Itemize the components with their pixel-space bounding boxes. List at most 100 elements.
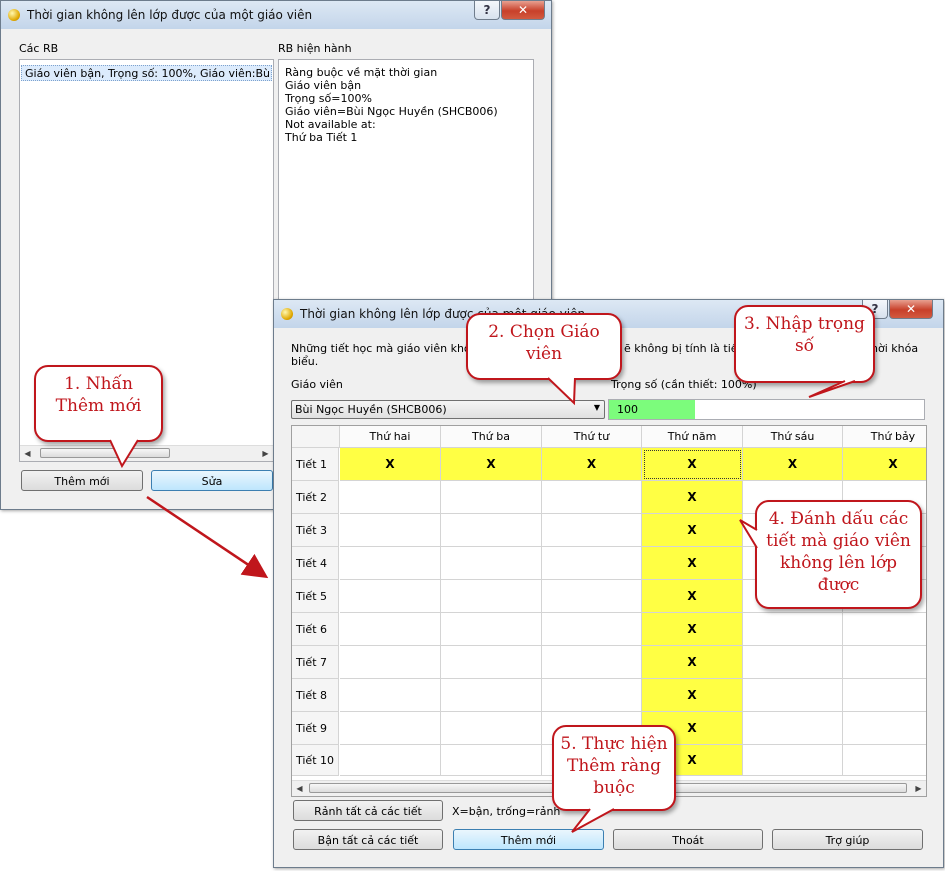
day-header[interactable]: Thứ năm — [642, 426, 743, 448]
schedule-cell[interactable]: X — [642, 481, 743, 514]
schedule-cell[interactable]: X — [642, 547, 743, 580]
schedule-cell[interactable] — [441, 514, 542, 547]
teacher-select[interactable]: Bùi Ngọc Huyền (SHCB006) ▼ — [291, 400, 605, 419]
schedule-cell[interactable] — [843, 745, 926, 776]
schedule-cell[interactable] — [743, 679, 843, 712]
schedule-cell[interactable] — [542, 514, 642, 547]
grid-corner-header — [292, 426, 340, 448]
schedule-cell[interactable] — [340, 712, 441, 745]
schedule-cell[interactable] — [843, 712, 926, 745]
schedule-cell[interactable] — [743, 613, 843, 646]
schedule-cell[interactable]: X — [642, 580, 743, 613]
list-item[interactable]: Giáo viên bận, Trọng số: 100%, Giáo viên… — [21, 65, 272, 81]
close-icon[interactable]: ✕ — [889, 300, 933, 319]
callout-line: Thêm ràng — [567, 756, 661, 776]
schedule-cell[interactable] — [340, 547, 441, 580]
callout-line: tiết mà giáo viên — [766, 531, 911, 551]
teacher-select-value: Bùi Ngọc Huyền (SHCB006) — [295, 403, 447, 416]
schedule-cell[interactable] — [743, 745, 843, 776]
weight-input[interactable]: 100 — [608, 399, 925, 420]
period-row-header[interactable]: Tiết 4 — [292, 547, 339, 580]
callout-step-1: 1. Nhấn Thêm mới — [34, 365, 163, 442]
schedule-cell[interactable] — [542, 481, 642, 514]
schedule-cell[interactable] — [441, 646, 542, 679]
back-title: Thời gian không lên lớp được của một giá… — [27, 8, 313, 22]
period-row-header[interactable]: Tiết 3 — [292, 514, 339, 547]
day-header[interactable]: Thứ bảy — [843, 426, 926, 448]
add-rb-button[interactable]: Thêm mới — [21, 470, 143, 491]
schedule-cell[interactable]: X — [642, 514, 743, 547]
schedule-cell[interactable]: X — [642, 448, 743, 481]
schedule-cell[interactable] — [340, 481, 441, 514]
schedule-cell[interactable] — [441, 547, 542, 580]
schedule-cell[interactable]: X — [441, 448, 542, 481]
schedule-cell[interactable] — [843, 646, 926, 679]
scroll-left-icon[interactable]: ◀ — [292, 781, 307, 796]
help-button[interactable]: Trợ giúp — [772, 829, 923, 850]
detail-line: Ràng buộc về mặt thời gian — [285, 66, 438, 79]
schedule-cell[interactable] — [542, 679, 642, 712]
schedule-cell[interactable] — [340, 514, 441, 547]
period-row-header[interactable]: Tiết 7 — [292, 646, 339, 679]
day-header[interactable]: Thứ hai — [340, 426, 441, 448]
schedule-cell[interactable] — [441, 745, 542, 776]
schedule-cell[interactable]: X — [642, 646, 743, 679]
schedule-cell[interactable] — [340, 613, 441, 646]
period-row-header[interactable]: Tiết 2 — [292, 481, 339, 514]
schedule-cell[interactable] — [441, 580, 542, 613]
period-row-header[interactable]: Tiết 5 — [292, 580, 339, 613]
schedule-cell[interactable] — [340, 679, 441, 712]
detail-line: Trọng số=100% — [285, 92, 372, 105]
day-header[interactable]: Thứ sáu — [743, 426, 843, 448]
schedule-cell[interactable] — [340, 646, 441, 679]
schedule-cell[interactable] — [441, 712, 542, 745]
schedule-cell[interactable] — [843, 679, 926, 712]
schedule-cell[interactable]: X — [340, 448, 441, 481]
clear-all-button[interactable]: Rảnh tất cả các tiết — [293, 800, 443, 821]
schedule-cell[interactable] — [542, 613, 642, 646]
set-all-button[interactable]: Bận tất cả các tiết — [293, 829, 443, 850]
description-text: hời khóa — [871, 342, 919, 355]
schedule-cell[interactable]: X — [743, 448, 843, 481]
schedule-cell[interactable] — [441, 679, 542, 712]
callout-step-5: 5. Thực hiện Thêm ràng buộc — [552, 725, 676, 811]
schedule-cell[interactable] — [542, 646, 642, 679]
app-icon — [8, 9, 20, 21]
add-constraint-button[interactable]: Thêm mới — [453, 829, 604, 850]
scroll-left-icon[interactable]: ◀ — [20, 446, 35, 461]
callout-line: 4. Đánh dấu các — [768, 509, 909, 529]
schedule-cell[interactable] — [843, 613, 926, 646]
period-row-header[interactable]: Tiết 10 — [292, 745, 339, 776]
schedule-cell[interactable] — [542, 580, 642, 613]
rb-detail: Ràng buộc về mặt thời gian Giáo viên bận… — [278, 59, 534, 309]
schedule-cell[interactable] — [441, 613, 542, 646]
period-row-header[interactable]: Tiết 6 — [292, 613, 339, 646]
scroll-right-icon[interactable]: ▶ — [911, 781, 926, 796]
schedule-cell[interactable]: X — [642, 613, 743, 646]
scroll-thumb[interactable] — [40, 448, 170, 458]
schedule-cell[interactable] — [743, 712, 843, 745]
schedule-cell[interactable] — [340, 580, 441, 613]
detail-line: Thứ ba Tiết 1 — [285, 131, 358, 144]
schedule-cell[interactable] — [340, 745, 441, 776]
scroll-right-icon[interactable]: ▶ — [258, 446, 273, 461]
edit-rb-button[interactable]: Sửa — [151, 470, 273, 491]
exit-button[interactable]: Thoát — [613, 829, 763, 850]
legend-text: X=bận, trống=rảnh — [452, 805, 561, 818]
period-row-header[interactable]: Tiết 8 — [292, 679, 339, 712]
schedule-cell[interactable]: X — [843, 448, 926, 481]
schedule-cell[interactable] — [441, 481, 542, 514]
day-header[interactable]: Thứ ba — [441, 426, 542, 448]
period-row-header[interactable]: Tiết 9 — [292, 712, 339, 745]
help-icon[interactable]: ? — [474, 1, 500, 20]
schedule-cell[interactable] — [542, 547, 642, 580]
app-icon — [281, 308, 293, 320]
schedule-cell[interactable]: X — [542, 448, 642, 481]
horizontal-scrollbar[interactable]: ◀ ▶ — [20, 445, 273, 461]
schedule-cell[interactable]: X — [642, 679, 743, 712]
close-icon[interactable]: ✕ — [501, 1, 545, 20]
schedule-cell[interactable] — [743, 646, 843, 679]
weight-label: Trọng số (cần thiết: 100%) — [611, 378, 757, 391]
day-header[interactable]: Thứ tư — [542, 426, 642, 448]
period-row-header[interactable]: Tiết 1 — [292, 448, 339, 481]
